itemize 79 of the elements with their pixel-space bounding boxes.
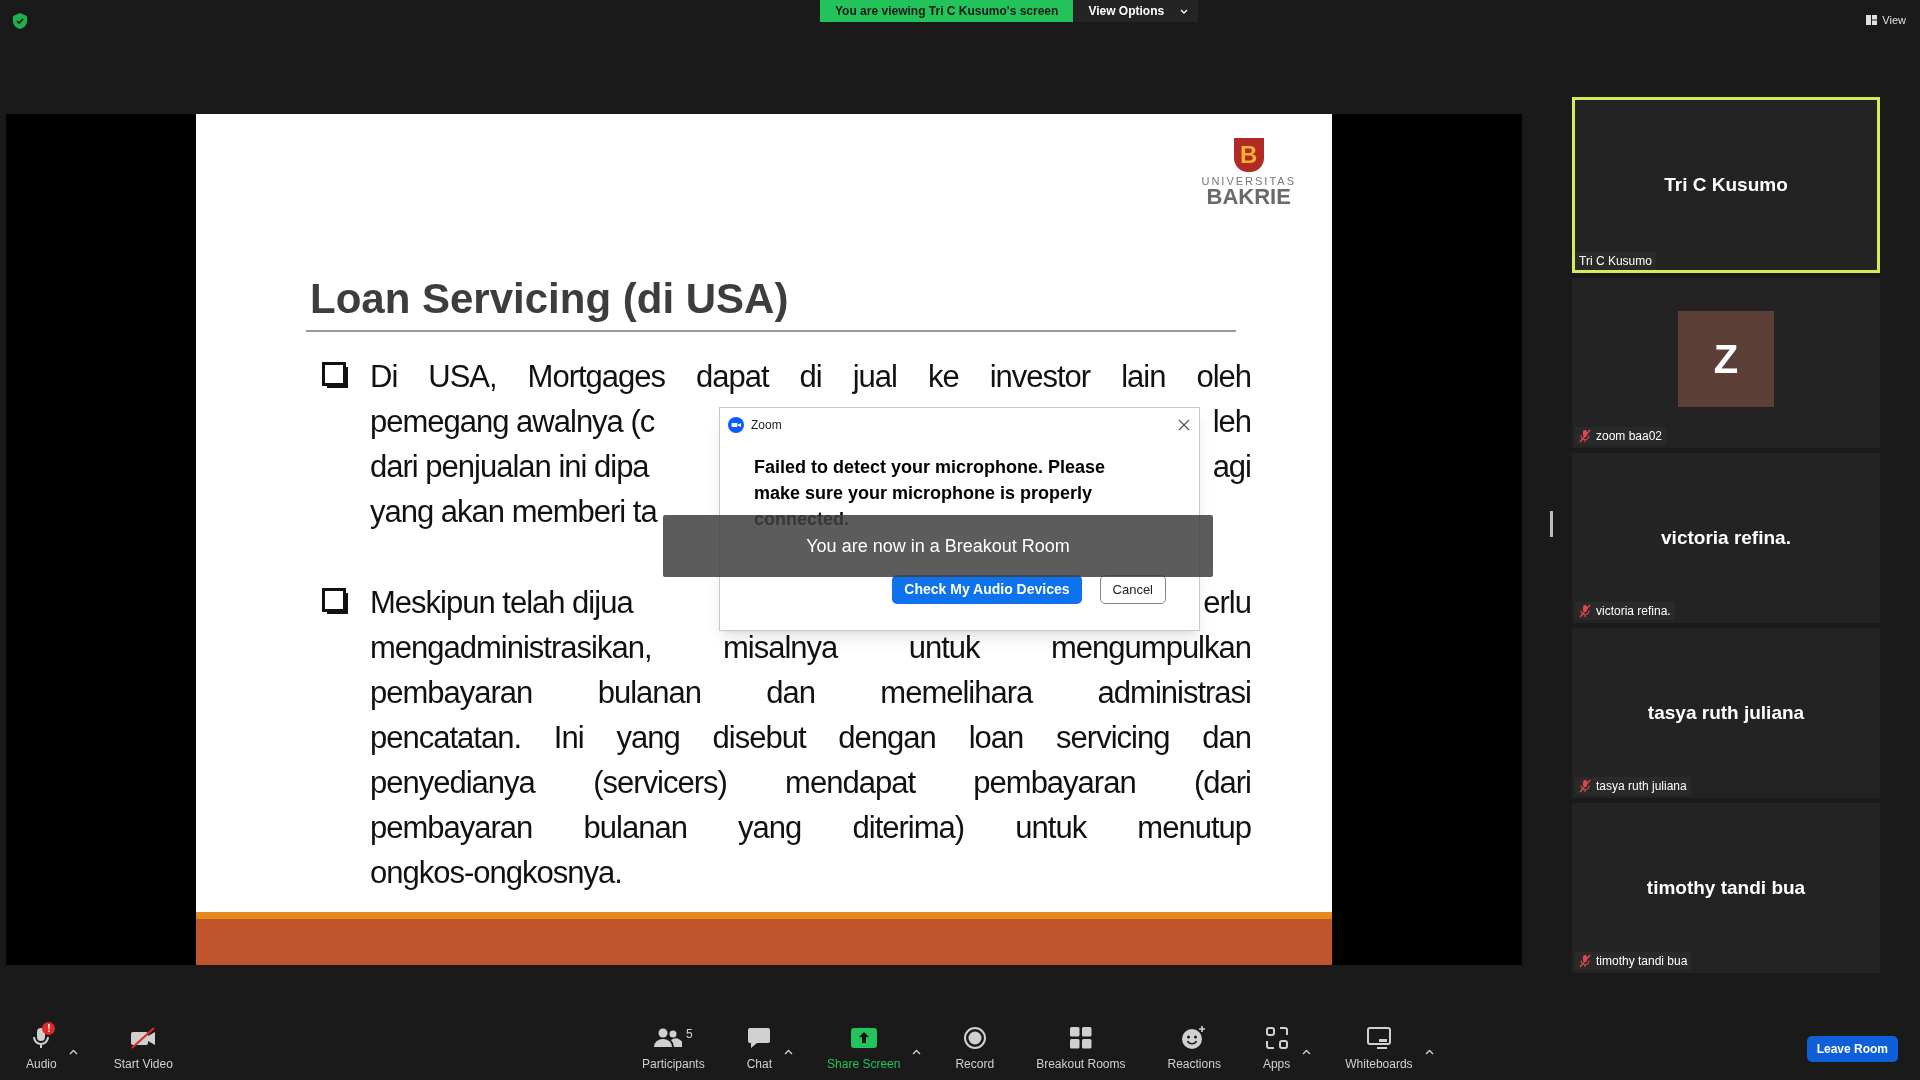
app-logo-icon [728,417,744,433]
slide-text-line: pemegang awalnya (c [370,403,655,441]
caret-icon[interactable] [1424,1049,1434,1055]
whiteboard-icon [1366,1027,1391,1049]
view-button[interactable]: View [1866,12,1906,29]
participant-tile[interactable]: tasya ruth juliana tasya ruth juliana [1572,628,1880,798]
participant-name: Tri C Kusumo [1664,172,1788,197]
share-screen-icon [850,1028,877,1048]
slide-text-line: pembayaran bulanan dan memelihara administrasi [370,674,1251,712]
logo-text: UNIVERSITAS [1201,175,1296,187]
check-audio-button[interactable]: Check My Audio Devices [892,575,1082,604]
participant-count: 5 [686,1026,693,1043]
layout-icon [1866,15,1878,26]
smiley-icon [1182,1026,1207,1050]
slide-text-line: penyedianya (servicers) mendapat pembayaran (dari [370,764,1251,802]
caret-icon[interactable] [68,1049,78,1055]
shield-icon[interactable] [13,13,27,29]
apps-icon [1265,1027,1288,1049]
toolbar-button[interactable]: Chat [738,1021,781,1077]
record-icon [963,1027,986,1049]
participant-label: tasya ruth juliana [1596,778,1687,795]
view-options-button[interactable]: View Options [1073,0,1199,22]
participant-label: victoria refina. [1596,603,1671,620]
participant-name: tasya ruth juliana [1647,700,1805,725]
close-button[interactable] [1177,418,1191,432]
participant-tile[interactable]: Z zoom baa02 [1572,278,1880,448]
participant-tile[interactable]: timothy tandi bua timothy tandi bua [1572,803,1880,973]
toolbar-button[interactable]: Reactions [1159,1021,1229,1077]
leave-room-button[interactable]: Leave Room [1806,1036,1898,1062]
viewing-banner: You are viewing Tri C Kusumo's screen [820,0,1074,22]
slide-text-line: dari penjualan ini dipa [370,448,649,486]
slide-text-line: Di USA, Mortgages dapat di jual ke investor lain oleh [370,358,1251,396]
slide-text-line: pembayaran bulanan yang diterima) untuk menutup [370,809,1251,847]
toolbar-button[interactable]: Breakout Rooms [1028,1021,1134,1077]
participant-label: timothy tandi bua [1596,953,1688,970]
toolbar-button[interactable]: Whiteboards [1337,1021,1421,1077]
grid-icon [1069,1027,1092,1049]
toolbar-button[interactable]: Record [947,1021,1003,1077]
participant-label: zoom baa02 [1596,428,1663,445]
chevron-down-icon [1180,8,1189,14]
muted-mic-icon [1579,779,1591,793]
toolbar-button[interactable]: Share Screen [819,1021,909,1077]
dialog-title: Zoom [751,417,782,434]
people-icon [654,1028,682,1048]
caret-icon[interactable] [1302,1049,1312,1055]
resize-handle[interactable] [1549,511,1553,537]
slide-text-line: yang akan memberi ta [370,493,657,531]
slide-text-line: pencatatan. Ini yang disebut dengan loan servicing dan [370,719,1251,757]
muted-mic-icon [1579,954,1591,968]
participant-name: timothy tandi bua [1646,875,1806,900]
muted-mic-icon [1579,429,1591,443]
video-off-icon [129,1027,158,1049]
slide-text-line: leh [1212,403,1251,441]
participant-name: victoria refina. [1661,525,1791,550]
checkbox-bullet-icon [322,362,350,390]
slide-text-line: mengadministrasikan, misalnya untuk mengumpulkan [370,629,1251,667]
toolbar-button[interactable]: Apps [1254,1021,1299,1077]
participant-label: Tri C Kusumo [1579,253,1652,270]
slide-text-line: agi [1212,448,1251,486]
checkbox-bullet-icon [322,588,350,616]
slide-text-line: Meskipun telah dijua [370,584,633,622]
logo-text: BAKRIE [1206,187,1291,207]
toolbar-button[interactable]: ! Audio [18,1021,65,1077]
cancel-button[interactable]: Cancel [1099,575,1166,604]
participant-tile[interactable]: victoria refina. victoria refina. [1572,453,1880,623]
close-icon [1178,419,1190,431]
toolbar-button[interactable]: 5 Participants [634,1021,713,1077]
logo-shield: B [1233,138,1264,172]
toolbar-button[interactable]: Start Video [105,1021,181,1077]
slide-title: Loan Servicing (di USA) [310,274,790,324]
slide-text-line: ongkos-ongkosnya. [370,854,622,892]
chat-icon [747,1027,772,1049]
muted-mic-icon [1579,604,1591,618]
caret-icon[interactable] [784,1049,794,1055]
participant-tile[interactable]: Tri C Kusumo Tri C Kusumo [1572,97,1880,273]
alert-badge: ! [42,1022,56,1035]
caret-icon[interactable] [912,1049,922,1055]
avatar: Z [1678,311,1774,407]
slide-text-line: erlu [1203,584,1251,622]
